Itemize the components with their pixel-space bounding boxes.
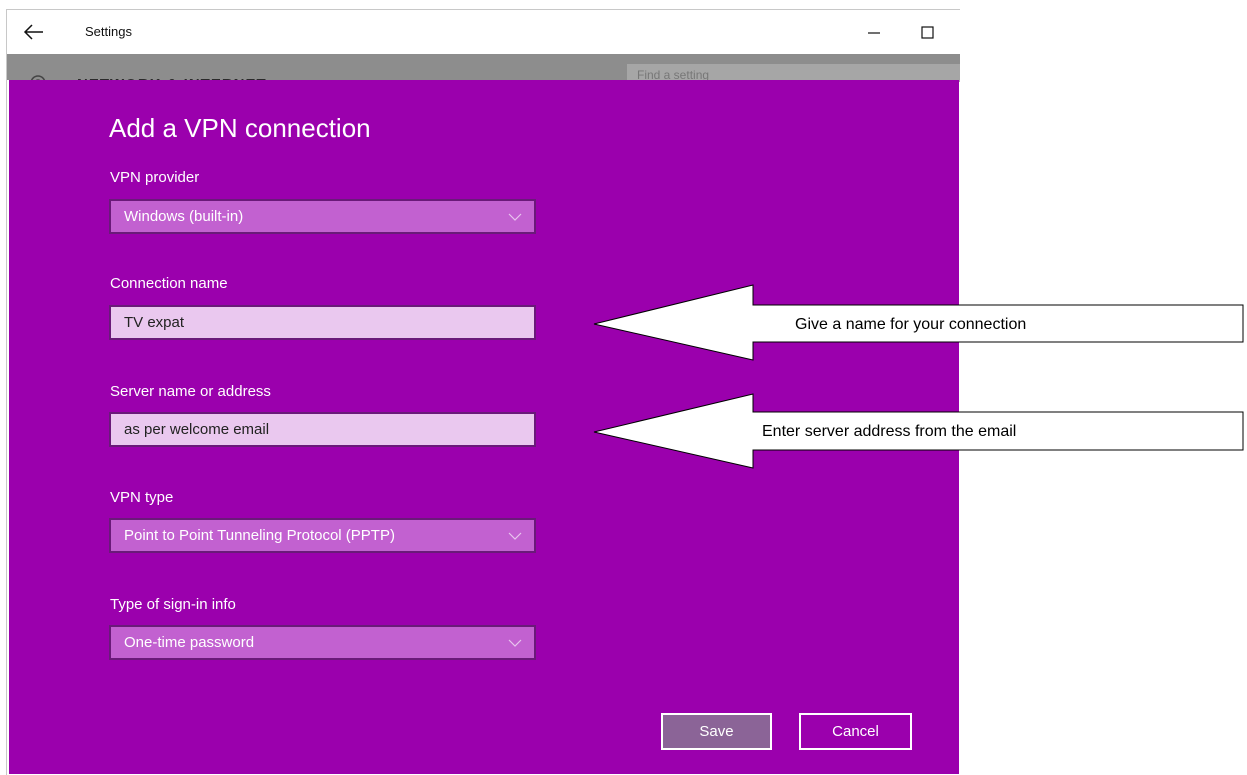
vpn-provider-select[interactable]: Windows (built-in) <box>109 199 536 234</box>
vpn-provider-value: Windows (built-in) <box>124 208 244 225</box>
connection-name-hint: Give a name for your connection <box>795 316 1027 333</box>
maximize-icon[interactable] <box>918 22 938 42</box>
connection-name-label: Connection name <box>110 275 228 292</box>
vpn-provider-label: VPN provider <box>110 169 200 186</box>
title-bar: Settings <box>7 10 960 54</box>
back-arrow-icon[interactable] <box>23 22 45 42</box>
save-button[interactable]: Save <box>661 713 772 750</box>
background-header: NETWORK & INTERNET Find a setting <box>7 54 960 93</box>
chevron-down-icon <box>508 532 522 540</box>
chevron-down-icon <box>508 213 522 221</box>
sign-in-type-select[interactable]: One-time password <box>109 625 536 660</box>
server-hint: Enter server address from the email <box>762 423 1017 440</box>
vpn-type-value: Point to Point Tunneling Protocol (PPTP) <box>124 527 395 544</box>
server-label: Server name or address <box>110 383 271 400</box>
server-input[interactable]: as per welcome email <box>109 412 536 447</box>
vpn-type-label: VPN type <box>110 489 174 506</box>
connection-name-input[interactable]: TV expat <box>109 305 536 340</box>
sign-in-type-value: One-time password <box>124 634 255 651</box>
chevron-down-icon <box>508 639 522 647</box>
cancel-button[interactable]: Cancel <box>799 713 912 750</box>
minimize-icon[interactable] <box>864 22 884 42</box>
window-title: Settings <box>85 24 132 39</box>
vpn-type-select[interactable]: Point to Point Tunneling Protocol (PPTP) <box>109 518 536 553</box>
sign-in-type-label: Type of sign-in info <box>110 596 236 613</box>
dialog-title: Add a VPN connection <box>109 113 371 143</box>
